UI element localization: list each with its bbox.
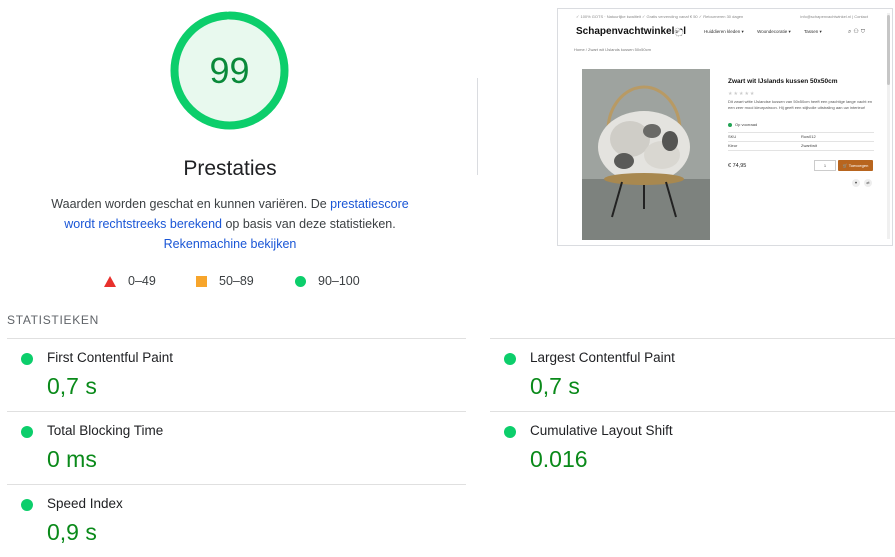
metric-si: Speed Index 0,9 s: [7, 484, 466, 557]
spec-value: Ruw012: [801, 134, 816, 139]
thumb-add-to-cart: 🛒 Toevoegen: [838, 160, 873, 171]
thumb-spec-row: Kleur Zwart/wit: [728, 141, 874, 151]
score-title: Prestaties: [183, 157, 277, 180]
thumb-contact-text: info@schapenvachtwinkel.nl | Contact: [800, 14, 868, 19]
heart-icon: ♥: [852, 179, 860, 187]
thumb-breadcrumb: Home / Zwart wit IJslands kussen 50x50cm: [574, 47, 651, 52]
final-screenshot[interactable]: ✓ 100% GOTS · Natuurlijke kwaliteit ✓ Gr…: [557, 8, 893, 246]
spec-key: Kleur: [728, 143, 738, 148]
pass-circle-icon: [21, 426, 33, 438]
metric-cls: Cumulative Layout Shift 0.016: [490, 411, 895, 484]
thumb-cart-label: Toevoegen: [848, 163, 869, 168]
metric-name: Cumulative Layout Shift: [530, 423, 673, 438]
metric-name: Speed Index: [47, 496, 123, 511]
rating-stars-icon: ★★★★★: [728, 91, 756, 97]
thumb-topbar: ✓ 100% GOTS · Natuurlijke kwaliteit ✓ Gr…: [576, 14, 876, 19]
pass-circle-icon: [504, 353, 516, 365]
metric-name: Total Blocking Time: [47, 423, 164, 438]
thumb-quantity: 1: [814, 160, 836, 171]
score-description: Waarden worden geschat en kunnen variëre…: [36, 194, 424, 254]
legend-label: 0–49: [128, 274, 156, 288]
metrics-header: STATISTIEKEN: [7, 313, 99, 327]
triangle-icon: [104, 275, 116, 287]
score-value: 99: [209, 50, 250, 91]
calculator-link[interactable]: Rekenmachine bekijken: [164, 237, 297, 251]
metric-value: 0 ms: [47, 446, 97, 472]
metric-value: 0,7 s: [47, 373, 97, 399]
divider: [477, 78, 478, 175]
thumb-nav-item: Woondecoratie ▾: [757, 29, 791, 34]
metric-name: Largest Contentful Paint: [530, 350, 675, 365]
legend-label: 90–100: [318, 274, 360, 288]
thumb-nav-item: Tassen ▾: [803, 29, 822, 34]
metric-value: 0,9 s: [47, 519, 97, 545]
description-text-2: op basis van deze statistieken.: [222, 217, 396, 231]
description-text-1: Waarden worden geschat en kunnen variëre…: [51, 197, 331, 211]
thumb-product-description: Dit zwart witte IJslandse kussen van 50x…: [728, 99, 873, 110]
metric-value: 0.016: [530, 446, 588, 472]
square-icon: [196, 275, 207, 287]
thumb-logo: Schapenvachtwinkel.nl: [576, 26, 687, 37]
pass-circle-icon: [21, 499, 33, 511]
metric-tbt: Total Blocking Time 0 ms: [7, 411, 466, 484]
thumb-usp-text: ✓ 100% GOTS · Natuurlijke kwaliteit ✓ Gr…: [576, 14, 744, 19]
sheep-logo-icon: 🐑: [674, 28, 684, 37]
thumb-price: € 74,95: [728, 163, 747, 169]
metric-value: 0,7 s: [530, 373, 580, 399]
thumb-nav-item: Huiddieren kleden ▾: [704, 29, 744, 34]
metric-fcp: First Contentful Paint 0,7 s: [7, 338, 466, 411]
thumb-header-icons: ⌕⚇⛉: [848, 28, 867, 36]
compare-icon: ⇄: [864, 179, 872, 187]
thumb-nav: Huiddieren kleden ▾ Woondecoratie ▾ Tass…: [704, 29, 834, 35]
performance-score-gauge: 99: [169, 10, 290, 131]
pass-circle-icon: [504, 426, 516, 438]
user-icon: ⚇: [853, 29, 861, 35]
spec-value: Zwart/wit: [801, 143, 817, 148]
thumb-product-title: Zwart wit IJslands kussen 50x50cm: [728, 78, 838, 85]
legend-label: 50–89: [219, 274, 254, 288]
circle-icon: [295, 275, 306, 287]
thumb-scrollbar: [887, 13, 890, 239]
thumb-spec-row: SKU Ruw012: [728, 132, 874, 141]
legend-item-poor: 0–49: [104, 274, 156, 288]
spec-key: SKU: [728, 134, 737, 139]
legend-item-good: 90–100: [295, 274, 360, 288]
bag-icon: ⛉: [860, 29, 868, 35]
product-photo: [582, 69, 710, 240]
metric-lcp: Largest Contentful Paint 0,7 s: [490, 338, 895, 411]
pass-circle-icon: [21, 353, 33, 365]
legend-item-average: 50–89: [196, 274, 254, 288]
thumb-stock-status: Op voorraad: [728, 122, 757, 127]
metric-name: First Contentful Paint: [47, 350, 174, 365]
score-legend: 0–49 50–89 90–100: [0, 274, 460, 290]
